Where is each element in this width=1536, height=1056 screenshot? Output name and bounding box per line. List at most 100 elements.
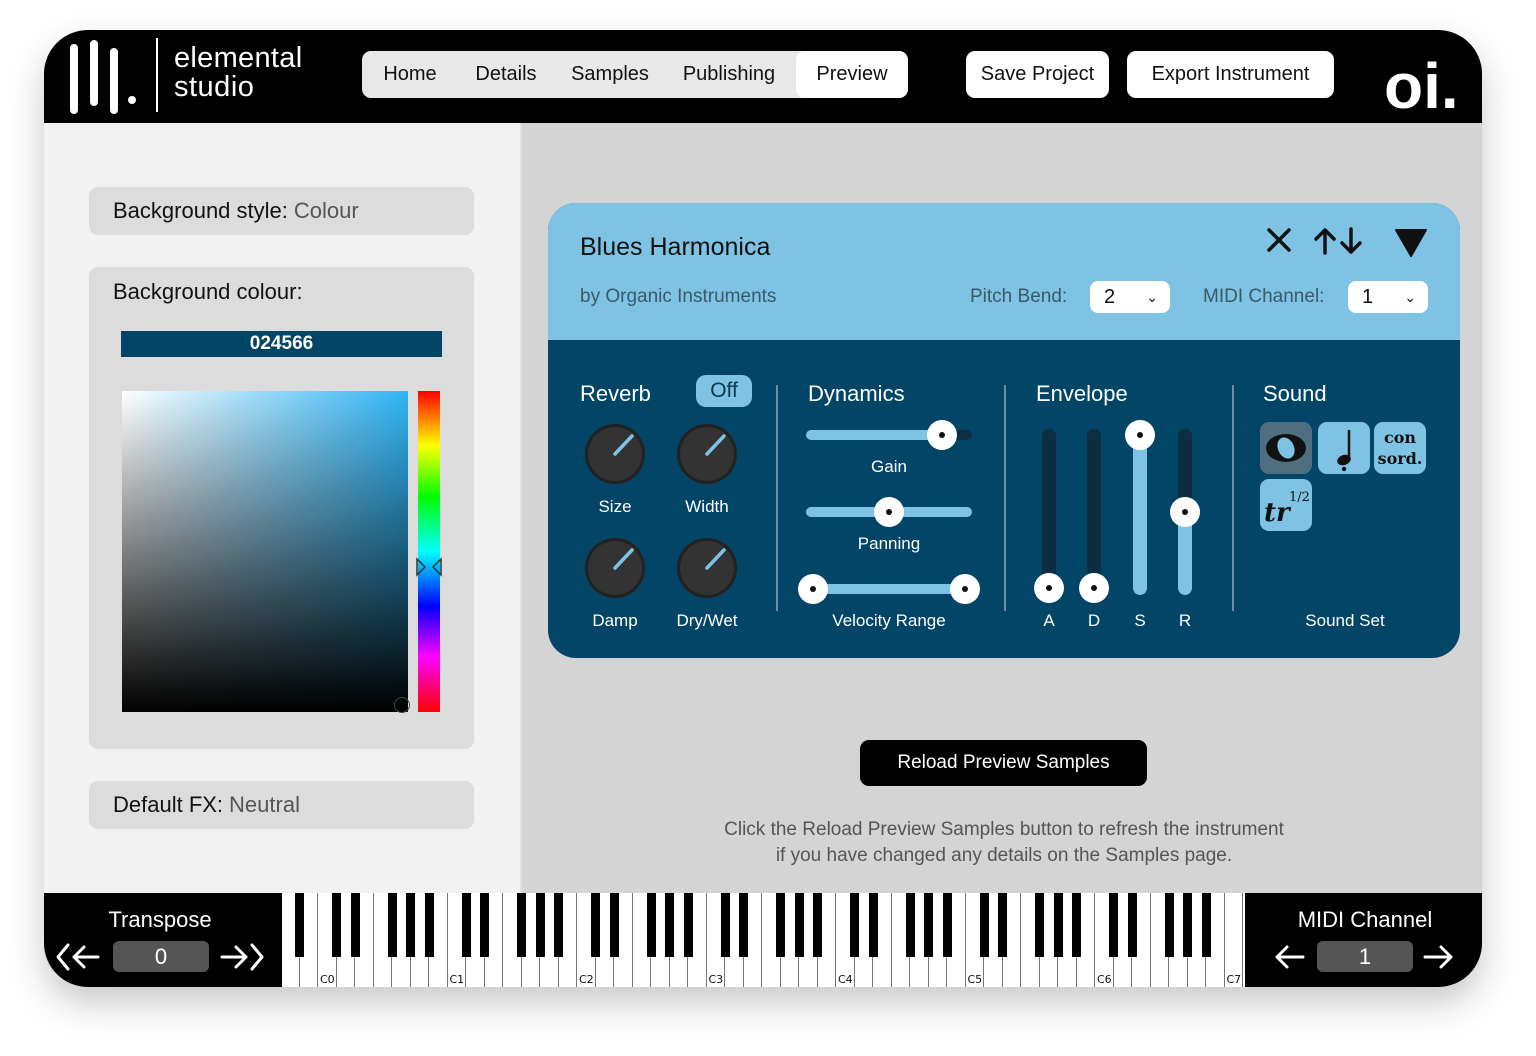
save-project-button[interactable]: Save Project [966,51,1109,98]
half-trill-button[interactable]: tr 1/2 [1260,479,1312,531]
black-key[interactable] [1035,893,1044,957]
panning-handle[interactable] [874,497,904,527]
black-key[interactable] [406,893,415,957]
trill-text: tr [1264,498,1292,528]
export-instrument-button[interactable]: Export Instrument [1127,51,1334,98]
black-key[interactable] [868,893,878,957]
transpose-value[interactable]: 0 [113,941,209,972]
octave-label: C0 [320,973,335,986]
midi-channel-prev-arrow-icon[interactable] [1271,937,1307,977]
black-key[interactable] [942,893,952,957]
gain-slider[interactable] [806,420,972,450]
panning-slider[interactable] [806,497,972,527]
velocity-range-slider[interactable] [798,574,980,604]
black-key[interactable] [998,893,1007,957]
saturation-value-picker[interactable] [122,391,408,712]
black-key[interactable] [1053,893,1063,957]
footer-bar: Transpose 0 C0 C1 C2 C3 C4 C5 C6 C7 MIDI Channe… [44,893,1482,987]
default-fx-value: Neutral [229,792,300,817]
velocity-min-handle[interactable] [798,574,828,604]
black-key[interactable] [1201,893,1211,957]
hue-marker-icon[interactable] [415,556,443,578]
black-key[interactable] [646,893,656,957]
release-handle[interactable] [1170,497,1200,527]
tab-details[interactable]: Details [460,51,552,98]
app-window: elemental studio Home Details Samples Pu… [44,30,1482,987]
attack-slider[interactable] [1042,429,1056,595]
reverb-toggle[interactable]: Off [696,375,752,407]
octave-label: C1 [449,973,465,986]
con-sord-line-1: con [1384,428,1416,447]
black-key[interactable] [480,893,489,957]
colour-picker-handle[interactable] [394,697,410,713]
black-key[interactable] [665,893,674,957]
move-up-down-icon[interactable] [1312,227,1364,255]
black-key[interactable] [332,893,341,957]
black-key[interactable] [794,893,804,957]
reload-preview-samples-button[interactable]: Reload Preview Samples [860,740,1147,786]
black-key[interactable] [813,893,822,957]
section-divider [1004,385,1006,611]
background-style-row[interactable]: Background style: Colour [89,187,474,235]
staccato-note-icon [1337,430,1351,472]
transpose-down-arrow-icon[interactable] [56,937,102,977]
black-key[interactable] [350,893,360,957]
black-key[interactable] [517,893,526,957]
black-key[interactable] [535,893,545,957]
footer-midi-channel-label: MIDI Channel [1297,907,1433,932]
decay-handle[interactable] [1079,573,1109,603]
footer-midi-channel-value[interactable]: 1 [1317,941,1413,972]
black-key[interactable] [905,893,915,957]
black-key[interactable] [924,893,933,957]
width-knob[interactable] [676,423,738,485]
black-key[interactable] [683,893,693,957]
attack-handle[interactable] [1034,573,1064,603]
ordinario-button[interactable] [1260,422,1312,474]
damp-knob[interactable] [584,537,646,599]
black-key[interactable] [1127,893,1137,957]
velocity-max-handle[interactable] [950,574,980,604]
staccato-button[interactable] [1318,422,1370,474]
default-fx-label: Default FX: [113,792,224,817]
transpose-up-arrow-icon[interactable] [218,937,264,977]
pitch-bend-select[interactable]: 2 ⌄ [1090,281,1170,313]
sustain-handle[interactable] [1125,420,1155,450]
close-icon[interactable] [1266,227,1292,253]
black-key[interactable] [1109,893,1118,957]
gain-handle[interactable] [927,420,957,450]
black-key[interactable] [591,893,600,957]
sustain-slider[interactable] [1133,429,1147,595]
black-key[interactable] [609,893,619,957]
black-key[interactable] [295,893,304,957]
default-fx-row[interactable]: Default FX: Neutral [89,781,474,829]
midi-channel-next-arrow-icon[interactable] [1421,937,1457,977]
collapse-triangle-icon[interactable] [1394,227,1428,257]
octave-label: C4 [838,973,853,986]
con-sord-button[interactable]: con sord. [1374,422,1426,474]
hue-slider[interactable] [418,391,440,712]
black-key[interactable] [424,893,434,957]
black-key[interactable] [387,893,397,957]
tab-home[interactable]: Home [368,51,452,98]
black-key[interactable] [979,893,989,957]
black-key[interactable] [1072,893,1081,957]
dry-wet-knob[interactable] [676,537,738,599]
hex-colour-field[interactable]: 024566 [121,331,442,357]
tab-publishing[interactable]: Publishing [670,51,788,98]
black-key[interactable] [776,893,785,957]
piano-keyboard[interactable]: C0 C1 C2 C3 C4 C5 C6 C7 [282,893,1245,987]
panning-label: Panning [857,534,921,553]
black-key[interactable] [739,893,748,957]
black-key[interactable] [461,893,471,957]
octave-label: C7 [1226,973,1242,986]
size-knob[interactable] [584,423,646,485]
black-key[interactable] [1164,893,1174,957]
black-key[interactable] [850,893,859,957]
decay-slider[interactable] [1087,429,1101,595]
black-key[interactable] [1183,893,1192,957]
midi-channel-select[interactable]: 1 ⌄ [1348,281,1428,313]
black-key[interactable] [554,893,563,957]
tab-preview[interactable]: Preview [796,51,908,98]
black-key[interactable] [720,893,730,957]
tab-samples[interactable]: Samples [558,51,662,98]
